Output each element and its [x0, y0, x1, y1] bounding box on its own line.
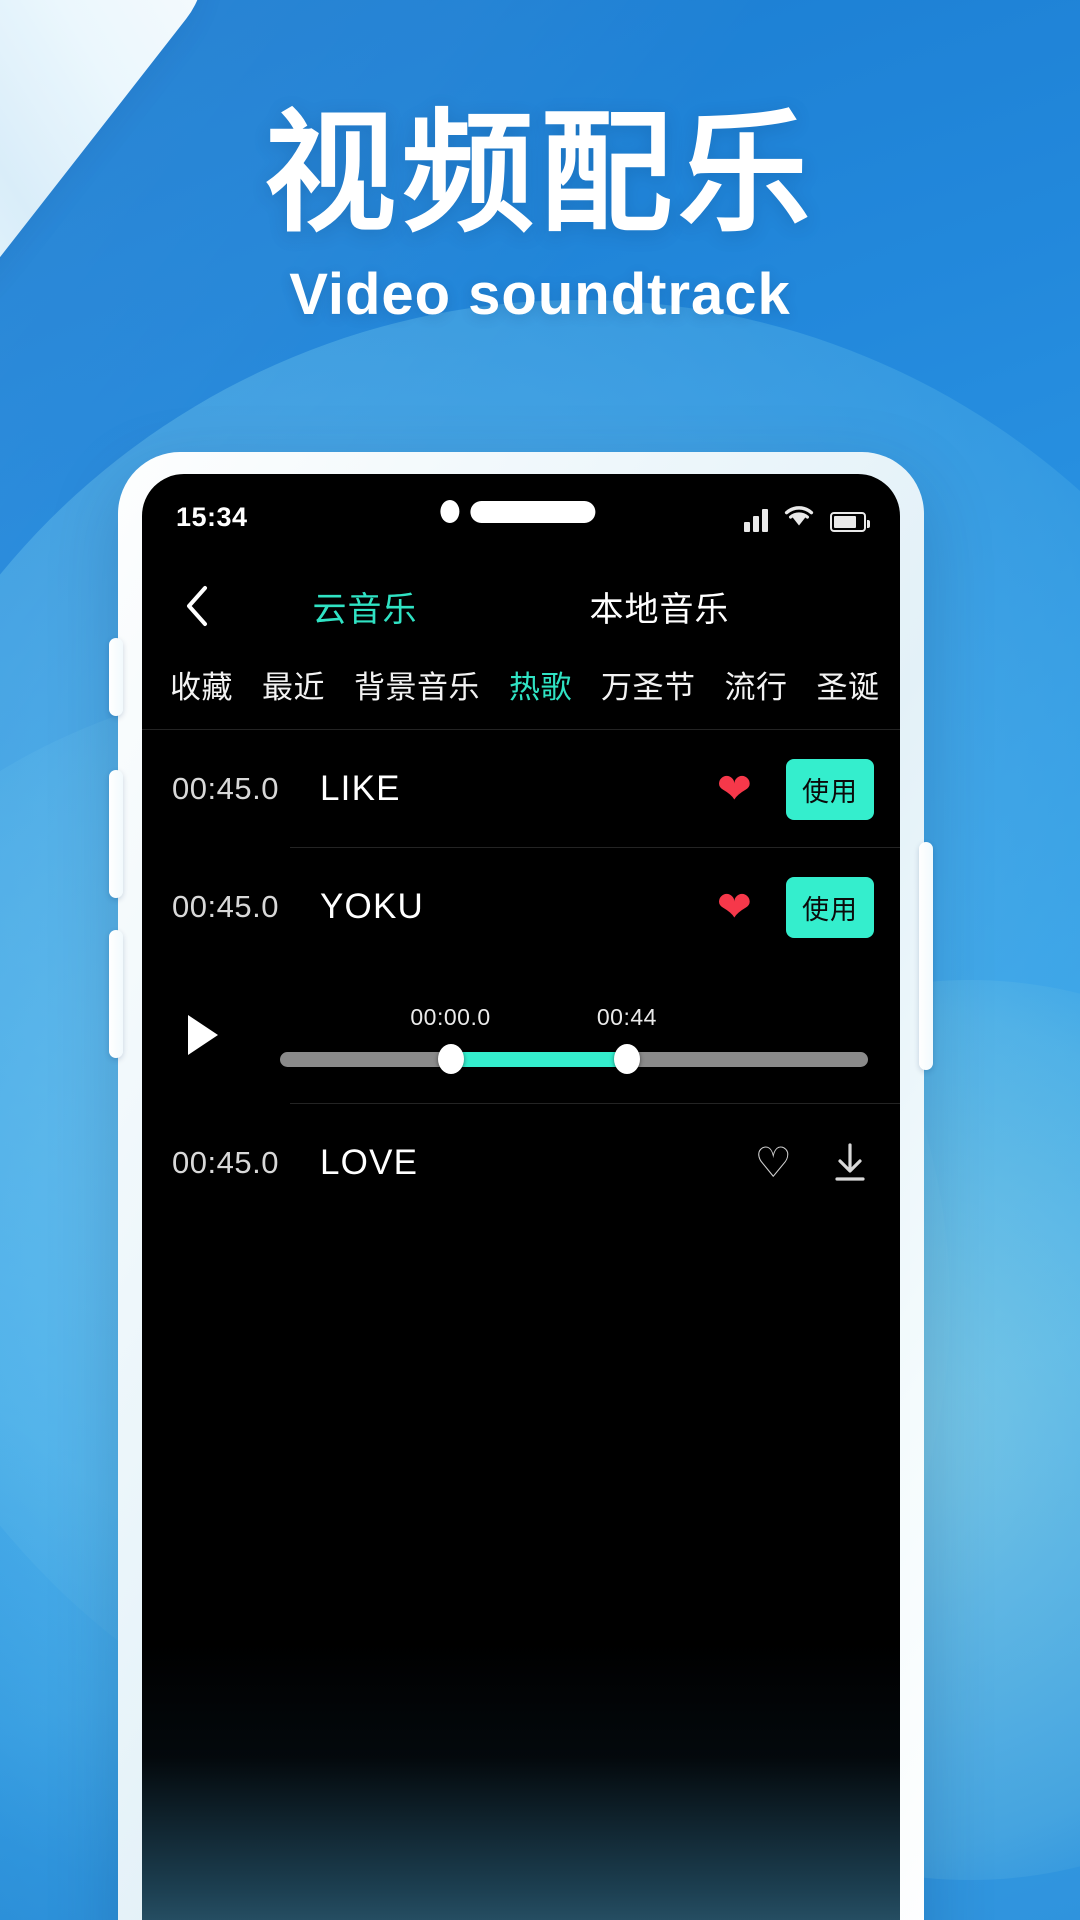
top-navigation-bar: 云音乐 本地音乐 — [142, 560, 900, 652]
status-bar: 15:34 — [142, 474, 900, 560]
phone-screen: 15:34 云音乐 本地音乐 收藏 最近 背景音乐 热歌 万圣节 流行 圣诞 0… — [142, 474, 900, 1920]
tab-cloud-music[interactable]: 云音乐 — [313, 582, 418, 631]
song-title: YOKU — [320, 887, 424, 926]
heart-outline-icon[interactable]: ♡ — [754, 1142, 792, 1184]
heart-filled-icon[interactable]: ❤ — [717, 886, 752, 928]
phone-button-volume-up[interactable] — [109, 770, 123, 898]
battery-icon — [830, 512, 870, 532]
status-bar-clock: 15:34 — [176, 501, 248, 532]
phone-mockup: 15:34 云音乐 本地音乐 收藏 最近 背景音乐 热歌 万圣节 流行 圣诞 0… — [109, 452, 933, 1920]
download-icon[interactable] — [826, 1139, 874, 1187]
category-tab-background-music[interactable]: 背景音乐 — [354, 662, 480, 707]
song-actions: ❤ 使用 — [717, 876, 874, 938]
poster-headline: 视频配乐 Video soundtrack — [0, 108, 1080, 324]
camera-notch — [440, 500, 596, 523]
trim-selected-range — [450, 1051, 627, 1067]
source-tabs: 云音乐 本地音乐 — [142, 582, 900, 631]
camera-lens-dot — [440, 500, 460, 523]
category-tab-pop[interactable]: 流行 — [725, 662, 788, 707]
category-tab-halloween[interactable]: 万圣节 — [601, 662, 696, 707]
category-tab-favorites[interactable]: 收藏 — [170, 662, 233, 707]
trim-handle-start[interactable] — [437, 1044, 464, 1074]
wifi-icon — [782, 502, 816, 532]
trim-handle-end[interactable] — [613, 1044, 640, 1074]
page-title-chinese: 视频配乐 — [264, 100, 816, 247]
chevron-left-icon[interactable] — [174, 583, 220, 629]
phone-button-volume-down[interactable] — [109, 930, 123, 1058]
notch-pill — [470, 500, 596, 523]
song-actions: ❤ 使用 — [717, 758, 874, 820]
song-duration: 00:45.0 — [172, 1145, 279, 1180]
trim-track[interactable] — [280, 1044, 868, 1074]
audio-trim-player: 00:00.0 00:44 — [142, 966, 900, 1104]
play-icon[interactable] — [172, 1015, 280, 1055]
trim-start-label: 00:00.0 — [410, 1003, 491, 1030]
song-list-item[interactable]: 00:45.0 LOVE ♡ — [142, 1104, 900, 1222]
use-button[interactable]: 使用 — [786, 758, 874, 820]
song-title: LIKE — [320, 769, 401, 808]
category-tab-hot-songs[interactable]: 热歌 — [509, 662, 572, 707]
trim-end-label: 00:44 — [596, 1003, 657, 1030]
tab-local-music[interactable]: 本地音乐 — [590, 582, 730, 631]
song-title: LOVE — [320, 1143, 419, 1182]
screen-bottom-fade — [142, 1642, 900, 1920]
heart-filled-icon[interactable]: ❤ — [717, 768, 752, 810]
song-list: 00:45.0 LIKE ❤ 使用 00:45.0 YOKU ❤ 使用 00:0… — [142, 730, 900, 1222]
category-tab-christmas[interactable]: 圣诞 — [817, 662, 880, 707]
song-duration: 00:45.0 — [172, 889, 279, 924]
song-actions: ♡ — [754, 1139, 874, 1187]
status-bar-icons — [744, 502, 870, 532]
category-tabs[interactable]: 收藏 最近 背景音乐 热歌 万圣节 流行 圣诞 — [142, 662, 900, 707]
phone-button-power[interactable] — [919, 842, 933, 1070]
trim-slider[interactable]: 00:00.0 00:44 — [280, 1004, 874, 1074]
song-duration: 00:45.0 — [172, 771, 279, 806]
page-title-english: Video soundtrack — [289, 262, 791, 327]
phone-button-left-top[interactable] — [109, 638, 123, 716]
song-list-item[interactable]: 00:45.0 YOKU ❤ 使用 — [142, 848, 900, 966]
use-button[interactable]: 使用 — [786, 876, 874, 938]
category-tab-recent[interactable]: 最近 — [262, 662, 325, 707]
trim-labels: 00:00.0 00:44 — [280, 1004, 868, 1038]
category-tab-bar: 收藏 最近 背景音乐 热歌 万圣节 流行 圣诞 — [142, 652, 900, 730]
signal-bars-icon — [744, 508, 768, 532]
song-list-item[interactable]: 00:45.0 LIKE ❤ 使用 — [142, 730, 900, 848]
